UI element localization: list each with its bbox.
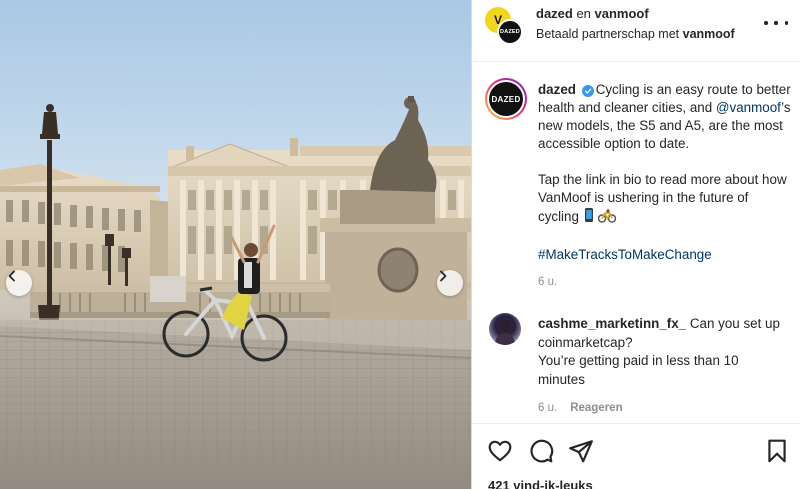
chevron-left-icon [8,270,15,282]
account-avatar-group[interactable]: V DAZED [485,7,525,47]
paid-partnership-text: Betaald partnerschap met [536,27,683,41]
bicycle-emoji-icon [598,209,617,228]
dazed-logo: DAZED [489,82,523,116]
comment-body-2: You’re getting paid in less than 10 minu… [538,353,739,387]
heart-icon [488,440,512,462]
more-options-button[interactable] [764,15,788,31]
verified-icon [581,85,594,97]
reply-button[interactable]: Reageren [570,402,622,414]
comment-meta: 6 u. Reageren [538,402,623,414]
monument [320,96,471,340]
post-sidebar: V DAZED dazed en vanmoof Betaald partner… [471,0,800,489]
comment-button[interactable] [528,438,554,464]
street-scene-illustration [0,96,471,489]
caption-text: dazed Cycling is an easy route to better… [538,81,792,264]
share-icon [569,440,593,463]
paid-partnership-label: Betaald partnerschap met vanmoof [536,27,735,41]
like-button[interactable] [487,438,513,464]
hashtag-link[interactable]: #MakeTracksToMakeChange [538,246,792,264]
caption-username[interactable]: dazed [538,82,576,97]
save-button[interactable] [764,438,790,464]
post-account-names: dazed en vanmoof [536,6,649,21]
bookmark-icon [768,439,786,463]
likes-count[interactable]: 421 vind-ik-leuks [488,478,593,489]
partner-name-link[interactable]: vanmoof [595,6,649,21]
chevron-right-icon [440,270,447,282]
share-button[interactable] [568,438,594,464]
comment-text: cashme_marketinn_fx_ Can you set up coin… [538,315,788,389]
phone-emoji-icon [583,207,595,228]
paid-partner-link[interactable]: vanmoof [683,27,735,41]
commenter-username[interactable]: cashme_marketinn_fx_ [538,316,686,331]
caption-paragraph-2: Tap the link in bio to read more about h… [538,171,792,228]
caption-timestamp[interactable]: 6 u. [538,276,557,288]
connector-text: en [572,6,595,21]
left-building [0,164,175,290]
comment-timestamp[interactable]: 6 u. [538,402,557,414]
more-icon [764,21,768,25]
previous-photo-button[interactable] [6,270,32,296]
mention-link[interactable]: @vanmoof [716,100,781,115]
next-photo-button[interactable] [437,270,463,296]
account-name-link[interactable]: dazed [536,6,573,21]
post-actions: 421 vind-ik-leuks [472,423,800,489]
commenter-avatar[interactable] [489,313,521,345]
dazed-avatar[interactable]: DAZED [497,19,523,45]
comment-icon [530,439,554,463]
caption-avatar[interactable]: DAZED [485,78,527,120]
post-header: V DAZED dazed en vanmoof Betaald partner… [472,0,800,62]
post-photo[interactable] [0,0,471,489]
